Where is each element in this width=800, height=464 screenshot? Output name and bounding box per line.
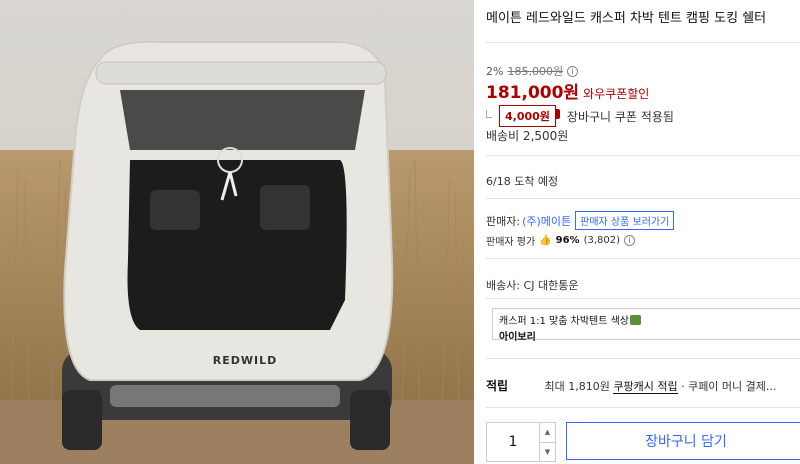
cart-coupon-text: 장바구니 쿠폰 적용됨	[566, 109, 674, 124]
original-price: 185,000원	[507, 65, 564, 78]
option-selected-value: 아이보리	[499, 332, 536, 343]
info-icon[interactable]: i	[624, 235, 636, 246]
info-icon[interactable]: i	[567, 65, 579, 77]
price-row: 181,000원 와우쿠폰할인	[486, 78, 649, 103]
corner-arrow-icon	[486, 110, 492, 118]
quantity-decrease-icon[interactable]: ▼	[540, 443, 555, 462]
seller-rating-row: 판매자 평가 👍 96% (3,802) i	[486, 233, 636, 248]
brand-mark-text: REDWILD	[213, 354, 277, 367]
quantity-stepper[interactable]: ▲ ▼	[486, 422, 556, 462]
discount-rate: 2%	[486, 64, 504, 78]
seller-rating-count: (3,802)	[583, 235, 621, 246]
product-info-panel: 메이튼 레드와일드 캐스퍼 차박 텐트 캠핑 도킹 쉘터 2% 185,000원…	[474, 0, 800, 464]
option-name: 캐스퍼 1:1 맞춤 차박텐트 색상	[499, 316, 630, 327]
divider	[486, 198, 800, 199]
sale-price: 181,000원	[486, 83, 580, 103]
divider	[486, 42, 800, 43]
points-max: 최대 1,810원	[544, 380, 610, 393]
add-to-cart-button[interactable]: 장바구니 담기	[566, 422, 800, 460]
seller-label: 판매자:	[486, 214, 521, 228]
discount-row: 2% 185,000원 i	[486, 63, 579, 79]
seller-row: 판매자: (주)메이튼 판매자 상품 보러가기	[486, 211, 675, 230]
arrival-date: 6/18 도착 예정	[486, 175, 559, 188]
thumbs-up-icon: 👍	[539, 235, 552, 246]
points-rest: · 쿠페이 머니 결제...	[681, 380, 777, 393]
carrier-text: 배송사: CJ 대한통운	[486, 279, 579, 292]
product-image[interactable]: REDWILD	[0, 0, 474, 464]
divider	[486, 298, 800, 299]
option-badge-icon	[630, 315, 642, 325]
product-title: 메이튼 레드와일드 캐스퍼 차박 텐트 캠핑 도킹 쉘터	[486, 11, 767, 26]
points-label: 적립	[486, 379, 509, 393]
option-selector[interactable]: 캐스퍼 1:1 맞춤 차박텐트 색상 아이보리	[492, 308, 800, 343]
seller-name-link[interactable]: (주)메이튼	[522, 213, 571, 229]
divider	[486, 258, 800, 259]
shipping-fee: 배송비 2,500원	[486, 129, 569, 143]
coupang-cash-link[interactable]: 쿠팡캐시 적립	[613, 380, 678, 394]
divider	[486, 358, 800, 359]
divider	[486, 155, 800, 156]
points-row: 적립 최대 1,810원 쿠팡캐시 적립 · 쿠페이 머니 결제...	[486, 377, 800, 394]
cart-coupon-badge: 4,000원	[499, 105, 560, 127]
product-photo-svg: REDWILD	[0, 0, 474, 464]
seller-products-button[interactable]: 판매자 상품 보러가기	[575, 211, 675, 230]
cart-coupon-row: 4,000원 장바구니 쿠폰 적용됨	[486, 105, 674, 127]
quantity-increase-icon[interactable]: ▲	[540, 423, 555, 443]
seller-rating-label: 판매자 평가	[486, 237, 536, 248]
quantity-input[interactable]	[487, 423, 539, 461]
divider	[486, 407, 800, 408]
seller-rating-pct: 96%	[555, 235, 580, 246]
wow-coupon-label: 와우쿠폰할인	[583, 87, 650, 101]
